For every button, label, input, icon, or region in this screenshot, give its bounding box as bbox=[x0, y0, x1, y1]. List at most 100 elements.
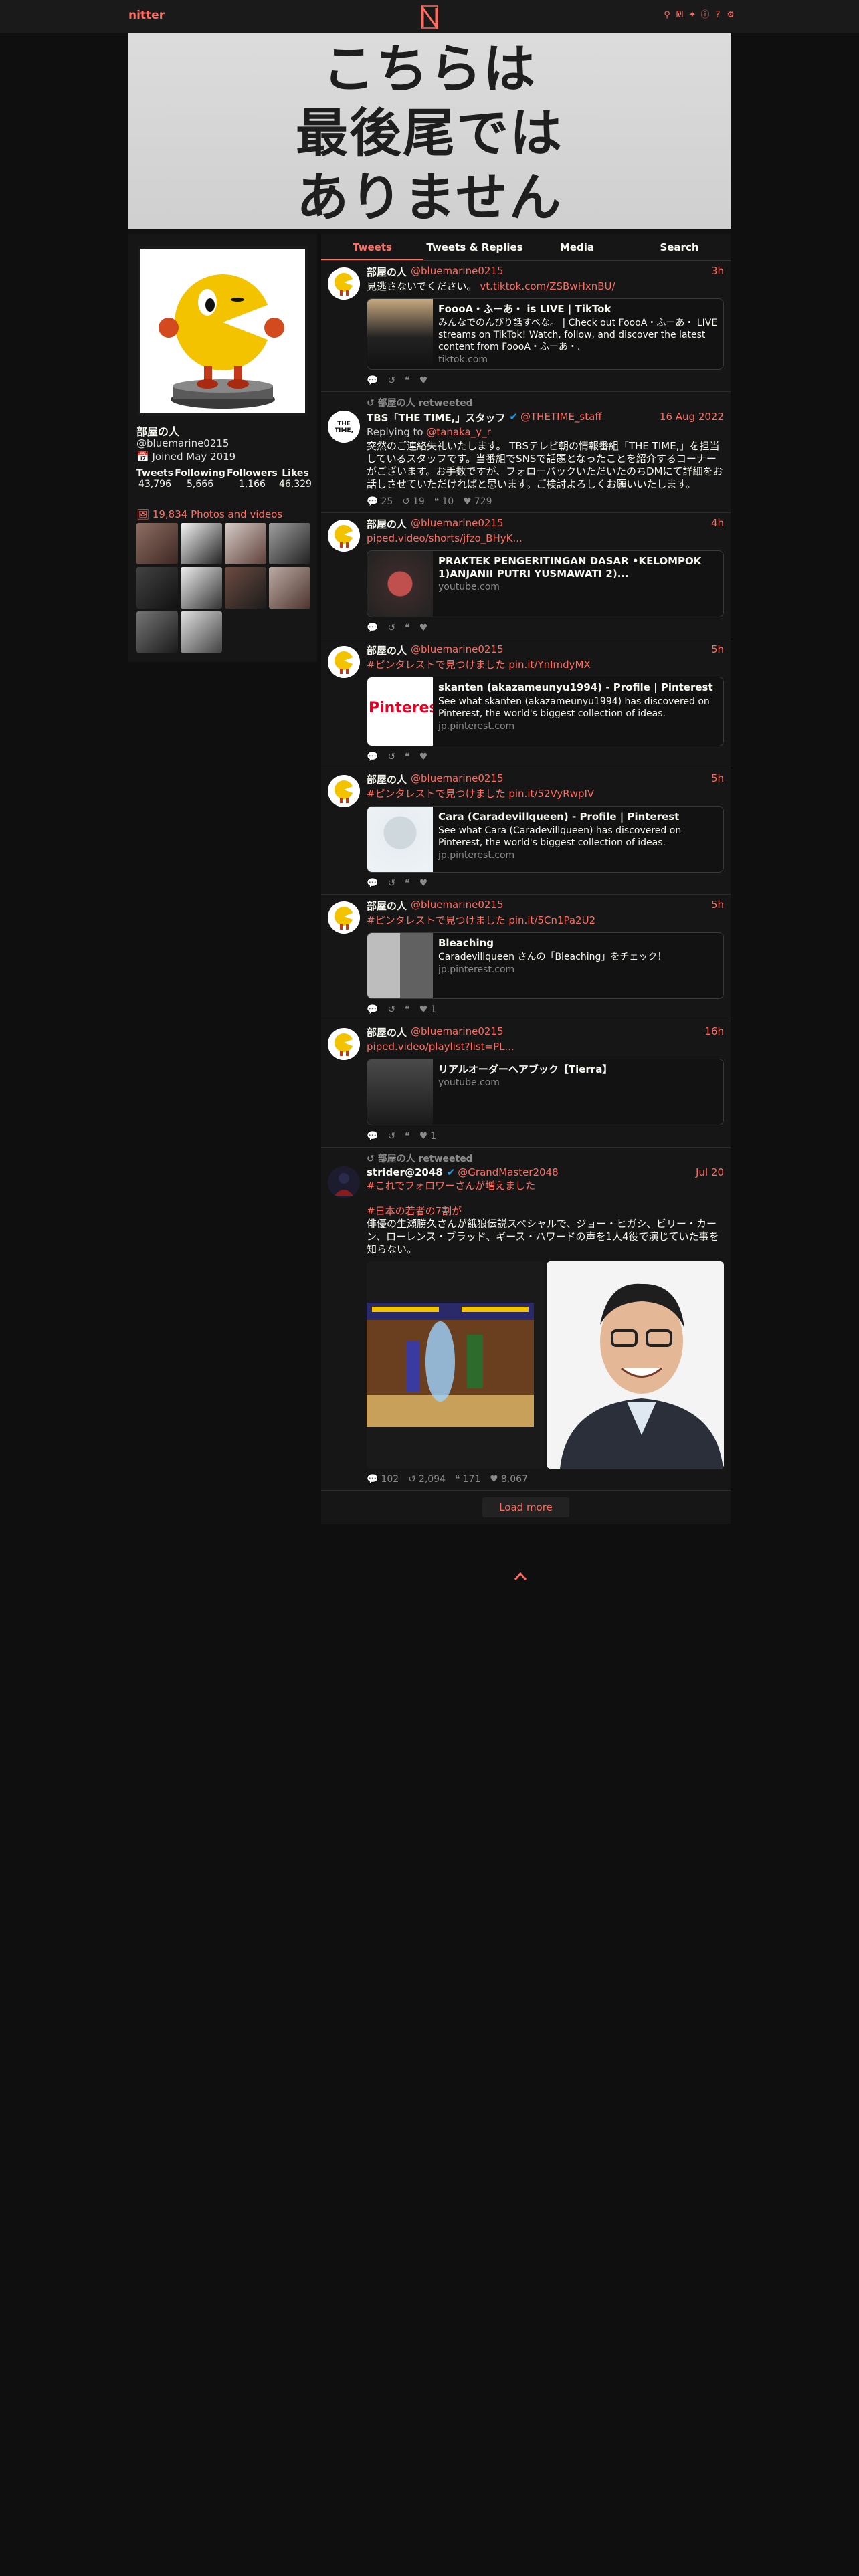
heart-icon[interactable]: ♥ bbox=[419, 878, 428, 889]
hashtag-link[interactable]: #これでフォロワーさんが増えました bbox=[367, 1180, 535, 1192]
tweet-fullname[interactable]: 部屋の人 bbox=[367, 772, 407, 786]
tweet-link[interactable]: pin.it/5Cn1Pa2U2 bbox=[508, 914, 595, 926]
quote-icon[interactable]: ❝ bbox=[405, 878, 410, 889]
tweet-avatar[interactable]: THE TIME, bbox=[328, 411, 360, 443]
settings-icon[interactable]: ⚙ bbox=[726, 10, 735, 21]
profile-banner[interactable]: こちらは 最後尾では ありません bbox=[128, 33, 731, 234]
quote-icon[interactable]: ❝ bbox=[405, 1131, 410, 1142]
stat-followers[interactable]: Followers 1,166 bbox=[227, 468, 278, 490]
profile-fullname[interactable]: 部屋の人 bbox=[136, 423, 179, 439]
media-thumbnail[interactable] bbox=[181, 567, 222, 609]
quote-stat[interactable]: ❝ 10 bbox=[434, 496, 454, 507]
link-card[interactable]: PRAKTEK PENGERITINGAN DASAR •KELOMPOK 1)… bbox=[367, 550, 724, 617]
like-stat[interactable]: ♥ 729 bbox=[463, 496, 492, 507]
tweet[interactable]: 部屋の人 @bluemarine0215 4h piped.video/shor… bbox=[321, 513, 731, 639]
tweet-username[interactable]: @bluemarine0215 bbox=[411, 517, 503, 531]
tweet-date[interactable]: 16h bbox=[704, 1025, 724, 1039]
tweet-fullname[interactable]: 部屋の人 bbox=[367, 517, 407, 531]
stat-tweets[interactable]: Tweets 43,796 bbox=[136, 468, 173, 490]
tab-search[interactable]: Search bbox=[628, 234, 731, 260]
media-thumbnail[interactable] bbox=[269, 567, 310, 609]
info-icon[interactable]: ⓘ bbox=[700, 10, 710, 21]
profile-avatar[interactable] bbox=[138, 246, 308, 416]
help-icon[interactable]: ? bbox=[713, 10, 723, 21]
link-card[interactable]: Cara (Caradevillqueen) - Profile | Pinte… bbox=[367, 806, 724, 873]
link-card[interactable]: Pinteres skanten (akazameunyu1994) - Pro… bbox=[367, 677, 724, 746]
quote-icon[interactable]: ❝ bbox=[405, 623, 410, 633]
tweet-date[interactable]: 5h bbox=[711, 643, 724, 657]
quote-icon[interactable]: ❝ bbox=[405, 375, 410, 386]
reply-stat[interactable]: 💬 25 bbox=[367, 496, 393, 507]
hashtag-link[interactable]: #日本の若者の7割が bbox=[367, 1205, 462, 1217]
media-thumbnail[interactable] bbox=[225, 523, 266, 564]
media-thumbnail[interactable] bbox=[136, 611, 178, 653]
nitter-logo-link[interactable]: nitter bbox=[128, 9, 165, 22]
tweet-date[interactable]: 3h bbox=[711, 265, 724, 279]
twitter-icon[interactable]: ✦ bbox=[688, 10, 697, 21]
tweet-link[interactable]: pin.it/52VyRwpIV bbox=[508, 788, 594, 800]
reply-icon[interactable]: 💬 bbox=[367, 1004, 378, 1015]
retweet-icon[interactable]: ↺ bbox=[387, 1004, 395, 1015]
reply-icon[interactable]: 💬 bbox=[367, 1131, 378, 1142]
retweet-stat[interactable]: ↺ 2,094 bbox=[408, 1474, 446, 1485]
hashtag-link[interactable]: #ピンタレストで見つけました bbox=[367, 788, 506, 800]
tweet-avatar[interactable] bbox=[328, 775, 360, 807]
stat-following[interactable]: Following 5,666 bbox=[175, 468, 225, 490]
load-more-button[interactable]: Load more bbox=[482, 1497, 569, 1517]
tweet-date[interactable]: 16 Aug 2022 bbox=[660, 411, 724, 425]
photos-and-videos-link[interactable]: 🖼 19,834 Photos and videos bbox=[136, 508, 282, 520]
hashtag-link[interactable]: #ピンタレストで見つけました bbox=[367, 659, 506, 671]
tab-tweets-replies[interactable]: Tweets & Replies bbox=[423, 234, 526, 260]
tweet-username[interactable]: @bluemarine0215 bbox=[411, 265, 503, 279]
tweet-avatar[interactable] bbox=[328, 1028, 360, 1060]
tweet-date[interactable]: Jul 20 bbox=[696, 1166, 724, 1178]
media-thumbnail[interactable] bbox=[136, 523, 178, 564]
search-icon[interactable]: ⚲ bbox=[662, 10, 672, 21]
media-thumbnail[interactable] bbox=[136, 567, 178, 609]
tweet-username[interactable]: @bluemarine0215 bbox=[411, 772, 503, 786]
reply-stat[interactable]: 💬 102 bbox=[367, 1474, 399, 1485]
retweet-icon[interactable]: ↺ bbox=[387, 623, 395, 633]
profile-username[interactable]: @bluemarine0215 bbox=[136, 437, 229, 449]
tweet[interactable]: 部屋の人 @bluemarine0215 5h #ピンタレストで見つけました p… bbox=[321, 768, 731, 895]
tab-tweets[interactable]: Tweets bbox=[321, 234, 423, 260]
heart-icon[interactable]: ♥ bbox=[419, 752, 428, 762]
tweet-username[interactable]: @GrandMaster2048 bbox=[458, 1166, 558, 1178]
tweet-avatar[interactable] bbox=[328, 646, 360, 678]
reply-icon[interactable]: 💬 bbox=[367, 375, 378, 386]
tweet-username[interactable]: @bluemarine0215 bbox=[411, 899, 503, 913]
tweet-avatar[interactable] bbox=[328, 901, 360, 934]
quote-stat[interactable]: ❝ 171 bbox=[455, 1474, 480, 1485]
like-stat[interactable]: ♥ 8,067 bbox=[490, 1474, 528, 1485]
tweet-link[interactable]: piped.video/playlist?list=PL... bbox=[367, 1041, 514, 1053]
tweet-link[interactable]: vt.tiktok.com/ZSBwHxnBU/ bbox=[480, 280, 615, 292]
rss-icon[interactable]: ₪ bbox=[675, 10, 684, 21]
tweet[interactable]: 部屋の人 @bluemarine0215 3h 見逃さないでください。 vt.t… bbox=[321, 261, 731, 392]
tweet-username[interactable]: @bluemarine0215 bbox=[411, 1025, 503, 1039]
tweet-date[interactable]: 4h bbox=[711, 517, 724, 531]
tweet-avatar[interactable] bbox=[328, 520, 360, 552]
retweet-icon[interactable]: ↺ bbox=[387, 1131, 395, 1142]
tweet-date[interactable]: 5h bbox=[711, 772, 724, 786]
link-card[interactable]: FoooA・ふーあ・ is LIVE | TikTok みんなでのんびり話すべな… bbox=[367, 298, 724, 370]
retweet-stat[interactable]: ↺ 19 bbox=[402, 496, 425, 507]
tweet-link[interactable]: pin.it/YnImdyMX bbox=[508, 659, 590, 671]
reply-to-link[interactable]: @tanaka_y_r bbox=[426, 426, 490, 438]
like-stat[interactable]: ♥ 1 bbox=[419, 1131, 436, 1142]
retweet-icon[interactable]: ↺ bbox=[387, 878, 395, 889]
link-card[interactable]: リアルオーダーヘアブック【Tierra】 youtube.com bbox=[367, 1059, 724, 1125]
media-thumbnail[interactable] bbox=[181, 523, 222, 564]
tweet-username[interactable]: @bluemarine0215 bbox=[411, 643, 503, 657]
tweet-username[interactable]: @THETIME_staff bbox=[520, 411, 602, 425]
tweet[interactable]: 部屋の人 @bluemarine0215 16h piped.video/pla… bbox=[321, 1021, 731, 1148]
tweet-fullname[interactable]: 部屋の人 bbox=[367, 643, 407, 657]
tweet-fullname[interactable]: 部屋の人 bbox=[367, 1025, 407, 1039]
attachment-image-portrait[interactable] bbox=[547, 1261, 724, 1469]
hashtag-link[interactable]: #ピンタレストで見つけました bbox=[367, 914, 506, 926]
retweet-icon[interactable]: ↺ bbox=[387, 375, 395, 386]
heart-icon[interactable]: ♥ bbox=[419, 623, 428, 633]
media-thumbnail[interactable] bbox=[225, 567, 266, 609]
tweet-fullname[interactable]: strider@2048 bbox=[367, 1166, 443, 1178]
tweet-avatar[interactable] bbox=[328, 1166, 360, 1198]
tweet-date[interactable]: 5h bbox=[711, 899, 724, 913]
